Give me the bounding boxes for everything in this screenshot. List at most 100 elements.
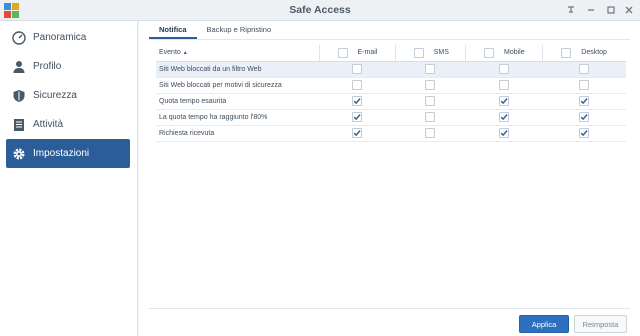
apply-button[interactable]: Applica: [519, 315, 569, 333]
desktop-checkbox[interactable]: [579, 96, 590, 106]
desktop-checkbox[interactable]: [579, 112, 590, 122]
event-cell: Richiesta ricevuta: [156, 125, 319, 142]
cell-mobile: [465, 93, 543, 110]
cell-email: [319, 125, 396, 142]
email-checkbox[interactable]: [352, 128, 363, 138]
checkmark-icon: [581, 98, 588, 105]
cell-email: [319, 93, 396, 110]
cell-desktop: [542, 93, 626, 110]
checkmark-icon: [500, 114, 508, 121]
cell-sms: [395, 109, 466, 126]
title-bar: Safe Access: [0, 0, 640, 21]
mobile-checkbox[interactable]: [499, 112, 510, 122]
table-header-row: Evento ▲ E-mail SMS Mobile Desktop: [156, 45, 626, 62]
tab-notifica[interactable]: Notifica: [149, 21, 197, 39]
checkmark-icon: [500, 98, 508, 105]
footer-divider: [149, 308, 630, 309]
email-checkbox[interactable]: [352, 96, 363, 106]
minimize-icon[interactable]: [583, 2, 599, 18]
cell-desktop: [542, 125, 626, 142]
select-all-desktop-checkbox[interactable]: [561, 47, 572, 58]
sms-checkbox[interactable]: [425, 64, 436, 74]
cell-desktop: [542, 109, 626, 126]
table-row[interactable]: Richiesta ricevuta: [156, 125, 626, 142]
column-label: Mobile: [503, 49, 525, 57]
sidebar-item-attivita[interactable]: Attività: [6, 110, 130, 139]
tab-backup-ripristino[interactable]: Backup e Ripristino: [197, 21, 282, 39]
table-row[interactable]: Siti Web bloccati per motivi di sicurezz…: [156, 77, 626, 94]
cell-desktop: [542, 61, 626, 78]
sidebar-item-sicurezza[interactable]: Sicurezza: [6, 81, 130, 110]
notification-table: Evento ▲ E-mail SMS Mobile Desktop Siti …: [156, 45, 626, 142]
maximize-icon[interactable]: [603, 2, 619, 18]
table-row[interactable]: Quota tempo esaurita: [156, 93, 626, 110]
select-all-mobile-checkbox[interactable]: [483, 47, 494, 58]
sms-checkbox[interactable]: [425, 128, 436, 138]
mobile-checkbox[interactable]: [499, 128, 510, 138]
desktop-checkbox[interactable]: [579, 80, 590, 90]
checkmark-icon: [581, 130, 588, 137]
cell-email: [319, 61, 396, 78]
desktop-checkbox[interactable]: [579, 64, 590, 74]
close-icon[interactable]: [621, 2, 637, 18]
sidebar-item-label: Attività: [33, 119, 64, 130]
sms-checkbox[interactable]: [425, 80, 436, 90]
table-row[interactable]: La quota tempo ha raggiunto l'80%: [156, 109, 626, 126]
sidebar-item-label: Profilo: [33, 61, 62, 72]
window-title: Safe Access: [289, 4, 351, 16]
cell-mobile: [465, 77, 543, 94]
column-label: E-mail: [357, 49, 378, 57]
checkmark-icon: [353, 114, 361, 121]
checkmark-icon: [500, 130, 508, 137]
event-column-header[interactable]: Evento ▲: [156, 45, 319, 62]
event-cell: Siti Web bloccati per motivi di sicurezz…: [156, 77, 319, 94]
mobile-checkbox[interactable]: [499, 80, 510, 90]
tab-divider: [149, 39, 630, 40]
column-header-mobile: Mobile: [464, 45, 543, 62]
pin-icon[interactable]: [563, 2, 579, 18]
email-checkbox[interactable]: [352, 80, 363, 90]
cell-mobile: [465, 109, 543, 126]
gear-icon: [11, 146, 26, 161]
mobile-checkbox[interactable]: [499, 64, 510, 74]
cell-email: [319, 77, 396, 94]
reset-button[interactable]: Reimposta: [574, 315, 627, 333]
sidebar-item-impostazioni[interactable]: Impostazioni: [6, 139, 130, 168]
sidebar-item-label: Impostazioni: [33, 148, 90, 159]
sort-ascending-icon: ▲: [182, 50, 188, 57]
select-all-sms-checkbox[interactable]: [413, 47, 424, 58]
event-cell: Quota tempo esaurita: [156, 93, 319, 110]
email-checkbox[interactable]: [352, 64, 363, 74]
sms-checkbox[interactable]: [425, 112, 436, 122]
cell-desktop: [542, 77, 626, 94]
sidebar: Panoramica Profilo Sicurezza Attività Im…: [0, 21, 138, 336]
tab-bar: Notifica Backup e Ripristino: [149, 21, 281, 39]
email-checkbox[interactable]: [352, 112, 363, 122]
table-body: Siti Web bloccati da un filtro Web Siti W…: [156, 61, 626, 142]
desktop-checkbox[interactable]: [579, 128, 590, 138]
column-label: Desktop: [581, 49, 607, 57]
cell-sms: [395, 93, 466, 110]
cell-sms: [395, 61, 466, 78]
person-icon: [11, 59, 26, 74]
log-icon: [11, 117, 26, 132]
event-cell: La quota tempo ha raggiunto l'80%: [156, 109, 319, 126]
column-header-desktop: Desktop: [542, 45, 626, 62]
column-header-email: E-mail: [318, 45, 396, 62]
select-all-email-checkbox[interactable]: [337, 47, 348, 58]
sidebar-item-label: Panoramica: [33, 32, 87, 43]
table-row[interactable]: Siti Web bloccati da un filtro Web: [156, 61, 626, 78]
cell-sms: [395, 77, 466, 94]
cell-mobile: [465, 61, 543, 78]
checkmark-icon: [353, 98, 361, 105]
event-cell: Siti Web bloccati da un filtro Web: [156, 61, 319, 78]
mobile-checkbox[interactable]: [499, 96, 510, 106]
sidebar-item-label: Sicurezza: [33, 90, 77, 101]
sms-checkbox[interactable]: [425, 96, 436, 106]
cell-email: [319, 109, 396, 126]
sidebar-item-profilo[interactable]: Profilo: [6, 52, 130, 81]
sidebar-item-panoramica[interactable]: Panoramica: [6, 23, 130, 52]
checkmark-icon: [581, 114, 588, 121]
column-label: SMS: [433, 49, 449, 57]
column-header-sms: SMS: [394, 45, 466, 62]
